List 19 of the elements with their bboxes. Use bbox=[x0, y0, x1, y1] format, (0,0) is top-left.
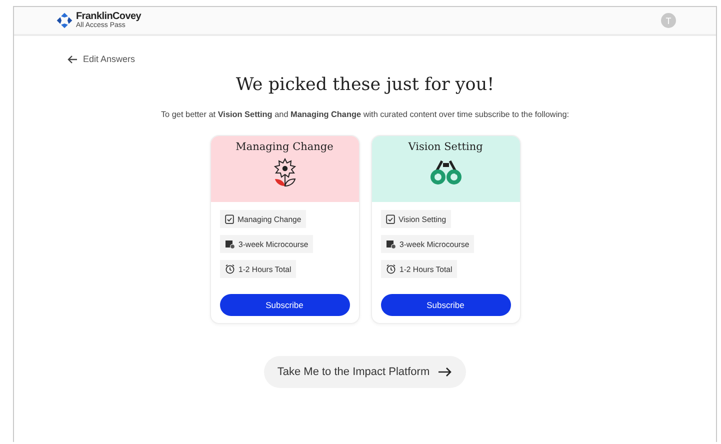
subscribe-button[interactable]: Subscribe bbox=[380, 294, 510, 316]
flower-icon bbox=[272, 157, 298, 187]
clipboard-check-icon bbox=[386, 214, 394, 224]
impact-platform-button[interactable]: Take Me to the Impact Platform bbox=[264, 356, 466, 388]
alarm-clock-icon bbox=[386, 264, 396, 274]
right-arrow-icon bbox=[438, 367, 452, 377]
back-arrow-icon bbox=[67, 54, 78, 64]
calendar-icon bbox=[386, 239, 396, 249]
calendar-icon bbox=[224, 239, 234, 249]
brand-name: FranklinCovey bbox=[76, 12, 142, 22]
card-title: Vision Setting bbox=[408, 141, 483, 153]
alarm-clock-icon bbox=[224, 264, 234, 274]
back-link[interactable]: Edit Answers bbox=[67, 54, 136, 64]
subscribe-button[interactable]: Subscribe bbox=[220, 294, 350, 316]
card-title: Managing Change bbox=[236, 141, 334, 153]
intro-text: To get better at Vision Setting and Managing Change with curated content over time subscribe to the following: bbox=[160, 110, 570, 119]
clipboard-check-icon bbox=[224, 214, 234, 224]
logo-icon bbox=[56, 12, 73, 29]
page-title: We picked these just for you! bbox=[236, 75, 494, 95]
